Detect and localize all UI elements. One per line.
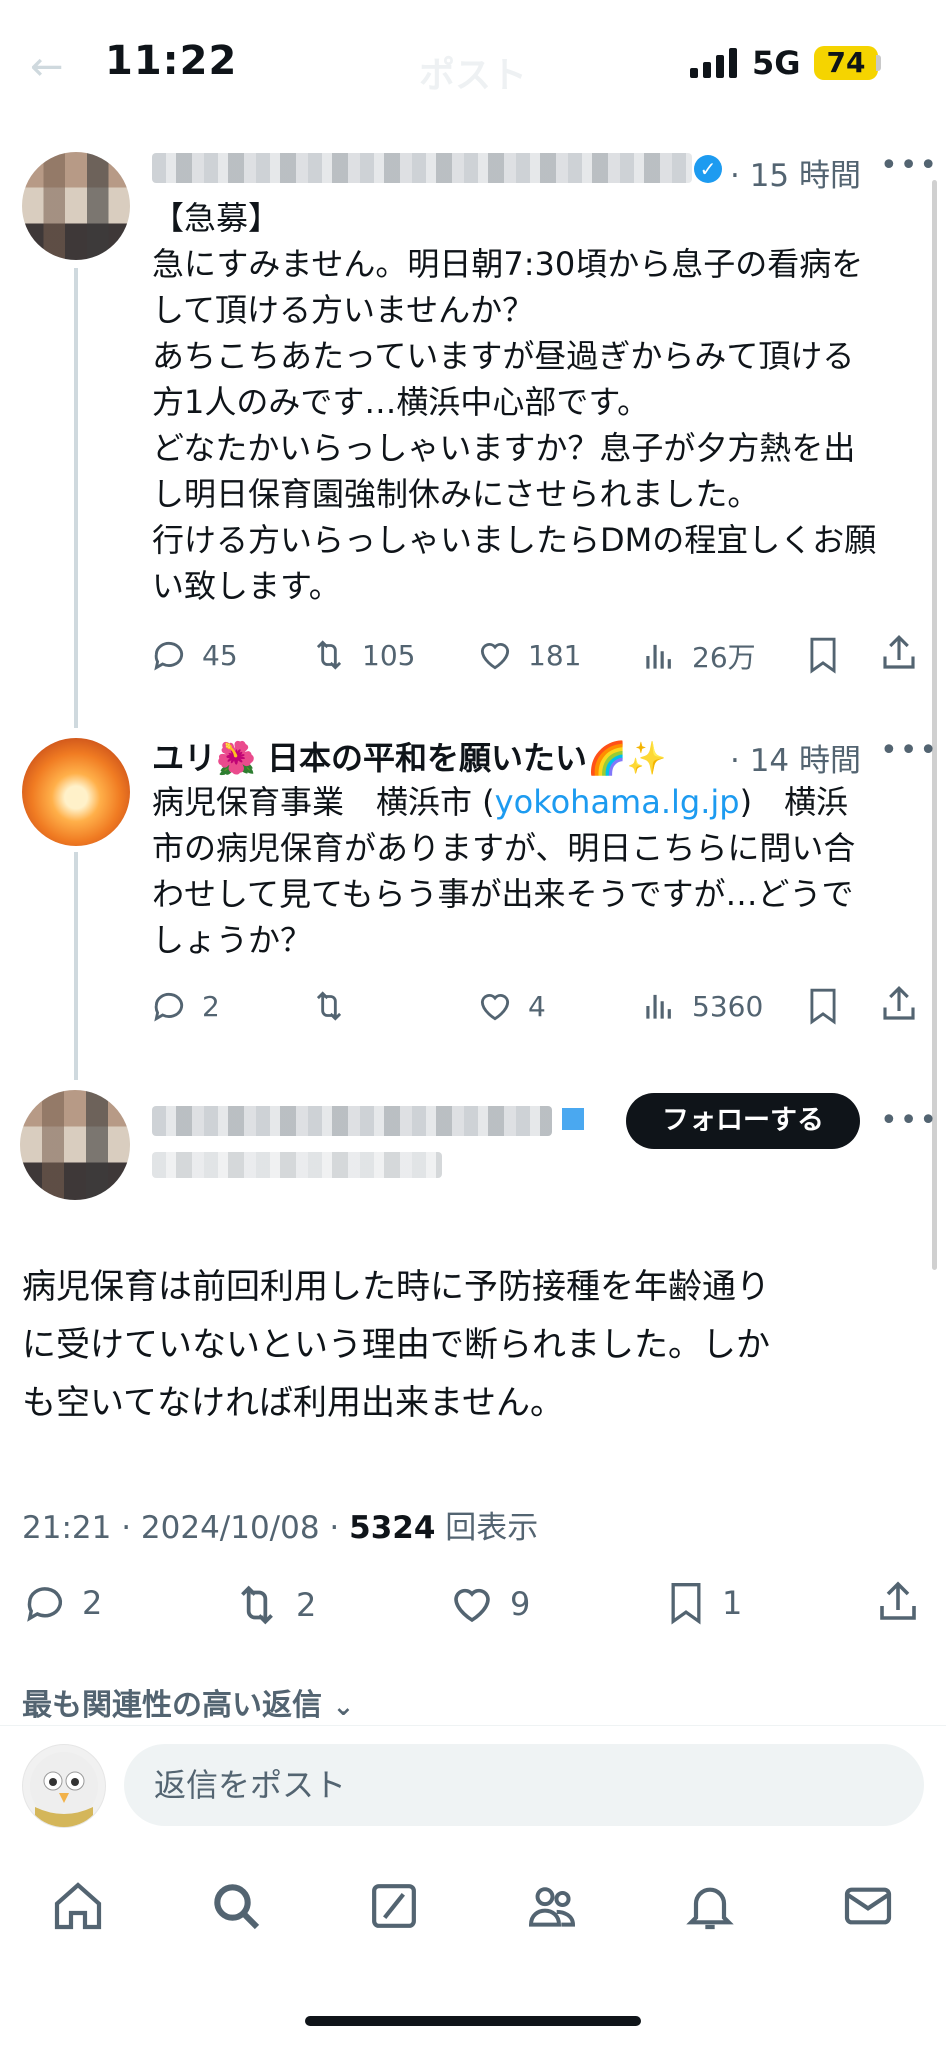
post-text: 病児保育は前回利用した時に予防接種を年齢通り に受けていないという理由で断られま…: [22, 1267, 770, 1423]
notifications-icon[interactable]: [682, 1878, 738, 1934]
avatar[interactable]: [20, 1090, 130, 1200]
battery-cap: [876, 55, 881, 71]
like-count: 4: [528, 989, 546, 1023]
more-options-icon[interactable]: •••: [880, 1103, 939, 1138]
thread-line: [74, 268, 78, 728]
reply-icon: [154, 992, 184, 1022]
retweet-button[interactable]: 2: [232, 1580, 316, 1630]
replies-sort-label: 最も関連性の高い返信: [22, 1688, 322, 1723]
views-button[interactable]: 26万: [640, 636, 756, 676]
author-name-redacted[interactable]: [152, 153, 692, 183]
post-text-part: 病児保育事業 横浜市 (: [152, 783, 495, 821]
author-name[interactable]: ユリ🌺 日本の平和を願いたい🌈✨: [152, 733, 667, 779]
post-meta: 21:21 · 2024/10/08 · 5324 回表示: [22, 1502, 538, 1547]
retweet-icon: [316, 991, 342, 1021]
bookmark-count: 1: [722, 1584, 743, 1622]
author-name-redacted[interactable]: [152, 1106, 552, 1136]
reply-count: 2: [202, 989, 220, 1023]
heart-icon: [480, 643, 510, 670]
retweet-count: 105: [362, 638, 416, 672]
views-count: 5360: [692, 989, 764, 1023]
home-indicator[interactable]: [305, 2016, 641, 2026]
post-time: · 15 時間: [730, 158, 862, 194]
author-handle-redacted[interactable]: [152, 1152, 442, 1178]
retweet-icon: [316, 640, 342, 670]
like-count: 9: [510, 1585, 531, 1623]
status-time: 11:22: [105, 38, 238, 84]
share-icon[interactable]: [874, 1578, 922, 1626]
messages-icon[interactable]: [840, 1878, 896, 1934]
retweet-count: 2: [296, 1586, 317, 1624]
battery-indicator: 74: [814, 46, 878, 80]
analytics-icon: [646, 994, 671, 1019]
thread-line: [74, 852, 78, 1080]
retweet-button[interactable]: [310, 987, 362, 1025]
retweet-icon: [241, 1585, 273, 1625]
retweet-button[interactable]: 105: [310, 636, 415, 674]
reply-count: 2: [82, 1584, 103, 1622]
like-button[interactable]: 181: [476, 636, 581, 674]
link[interactable]: yokohama.lg.jp: [495, 783, 740, 821]
replies-sort-dropdown[interactable]: 最も関連性の高い返信 ⌄: [22, 1680, 354, 1724]
avatar[interactable]: [22, 738, 130, 846]
avatar[interactable]: [22, 152, 130, 260]
post-text: 病児保育事業 横浜市 (yokohama.lg.jp) 横浜 市の病児保育があり…: [152, 779, 927, 963]
verified-badge-icon: ✓: [694, 155, 722, 183]
share-icon[interactable]: [878, 983, 920, 1025]
post-timestamp: 21:21 · 2024/10/08 ·: [22, 1510, 350, 1546]
reply-button[interactable]: 2: [150, 987, 220, 1025]
verified-badge-redacted: [562, 1108, 584, 1130]
search-icon[interactable]: [208, 1878, 264, 1934]
views-count: 26万: [692, 641, 756, 674]
more-options-icon[interactable]: •••: [880, 733, 939, 768]
chevron-down-icon: ⌄: [332, 1692, 355, 1722]
network-label: 5G: [752, 44, 801, 82]
follow-button[interactable]: フォローする: [626, 1093, 860, 1149]
reply-count: 45: [202, 638, 238, 672]
views-count: 5324: [349, 1510, 436, 1546]
like-button[interactable]: 4: [476, 987, 546, 1025]
reply-button[interactable]: 2: [22, 1580, 102, 1626]
reply-icon: [27, 1587, 63, 1622]
analytics-icon: [646, 644, 671, 669]
heart-icon: [454, 1588, 490, 1623]
views-label: 回表示: [445, 1510, 539, 1546]
heart-icon: [480, 994, 510, 1021]
like-button[interactable]: 9: [448, 1580, 530, 1628]
bookmark-icon[interactable]: [804, 985, 842, 1027]
reply-button[interactable]: 45: [150, 636, 238, 674]
user-avatar[interactable]: [22, 1744, 106, 1828]
like-count: 181: [528, 638, 582, 672]
bookmark-button[interactable]: 1: [664, 1578, 742, 1628]
grok-icon[interactable]: [366, 1878, 422, 1934]
bookmark-icon[interactable]: [804, 634, 842, 676]
signal-icon: [690, 48, 737, 78]
more-options-icon[interactable]: •••: [880, 148, 939, 183]
reply-icon: [154, 641, 184, 671]
share-icon[interactable]: [878, 632, 920, 674]
post-text: 【急募】 急にすみません。明日朝7:30頃から息子の看病を して頂ける方いません…: [152, 199, 877, 605]
bird-avatar-icon: [30, 1752, 98, 1827]
bookmark-icon: [671, 1583, 701, 1625]
reply-input[interactable]: 返信をポスト: [124, 1744, 924, 1826]
divider: [0, 1725, 946, 1726]
views-button[interactable]: 5360: [640, 987, 763, 1025]
post-time: · 14 時間: [730, 743, 862, 779]
home-icon[interactable]: [50, 1878, 106, 1934]
communities-icon[interactable]: [524, 1878, 580, 1934]
